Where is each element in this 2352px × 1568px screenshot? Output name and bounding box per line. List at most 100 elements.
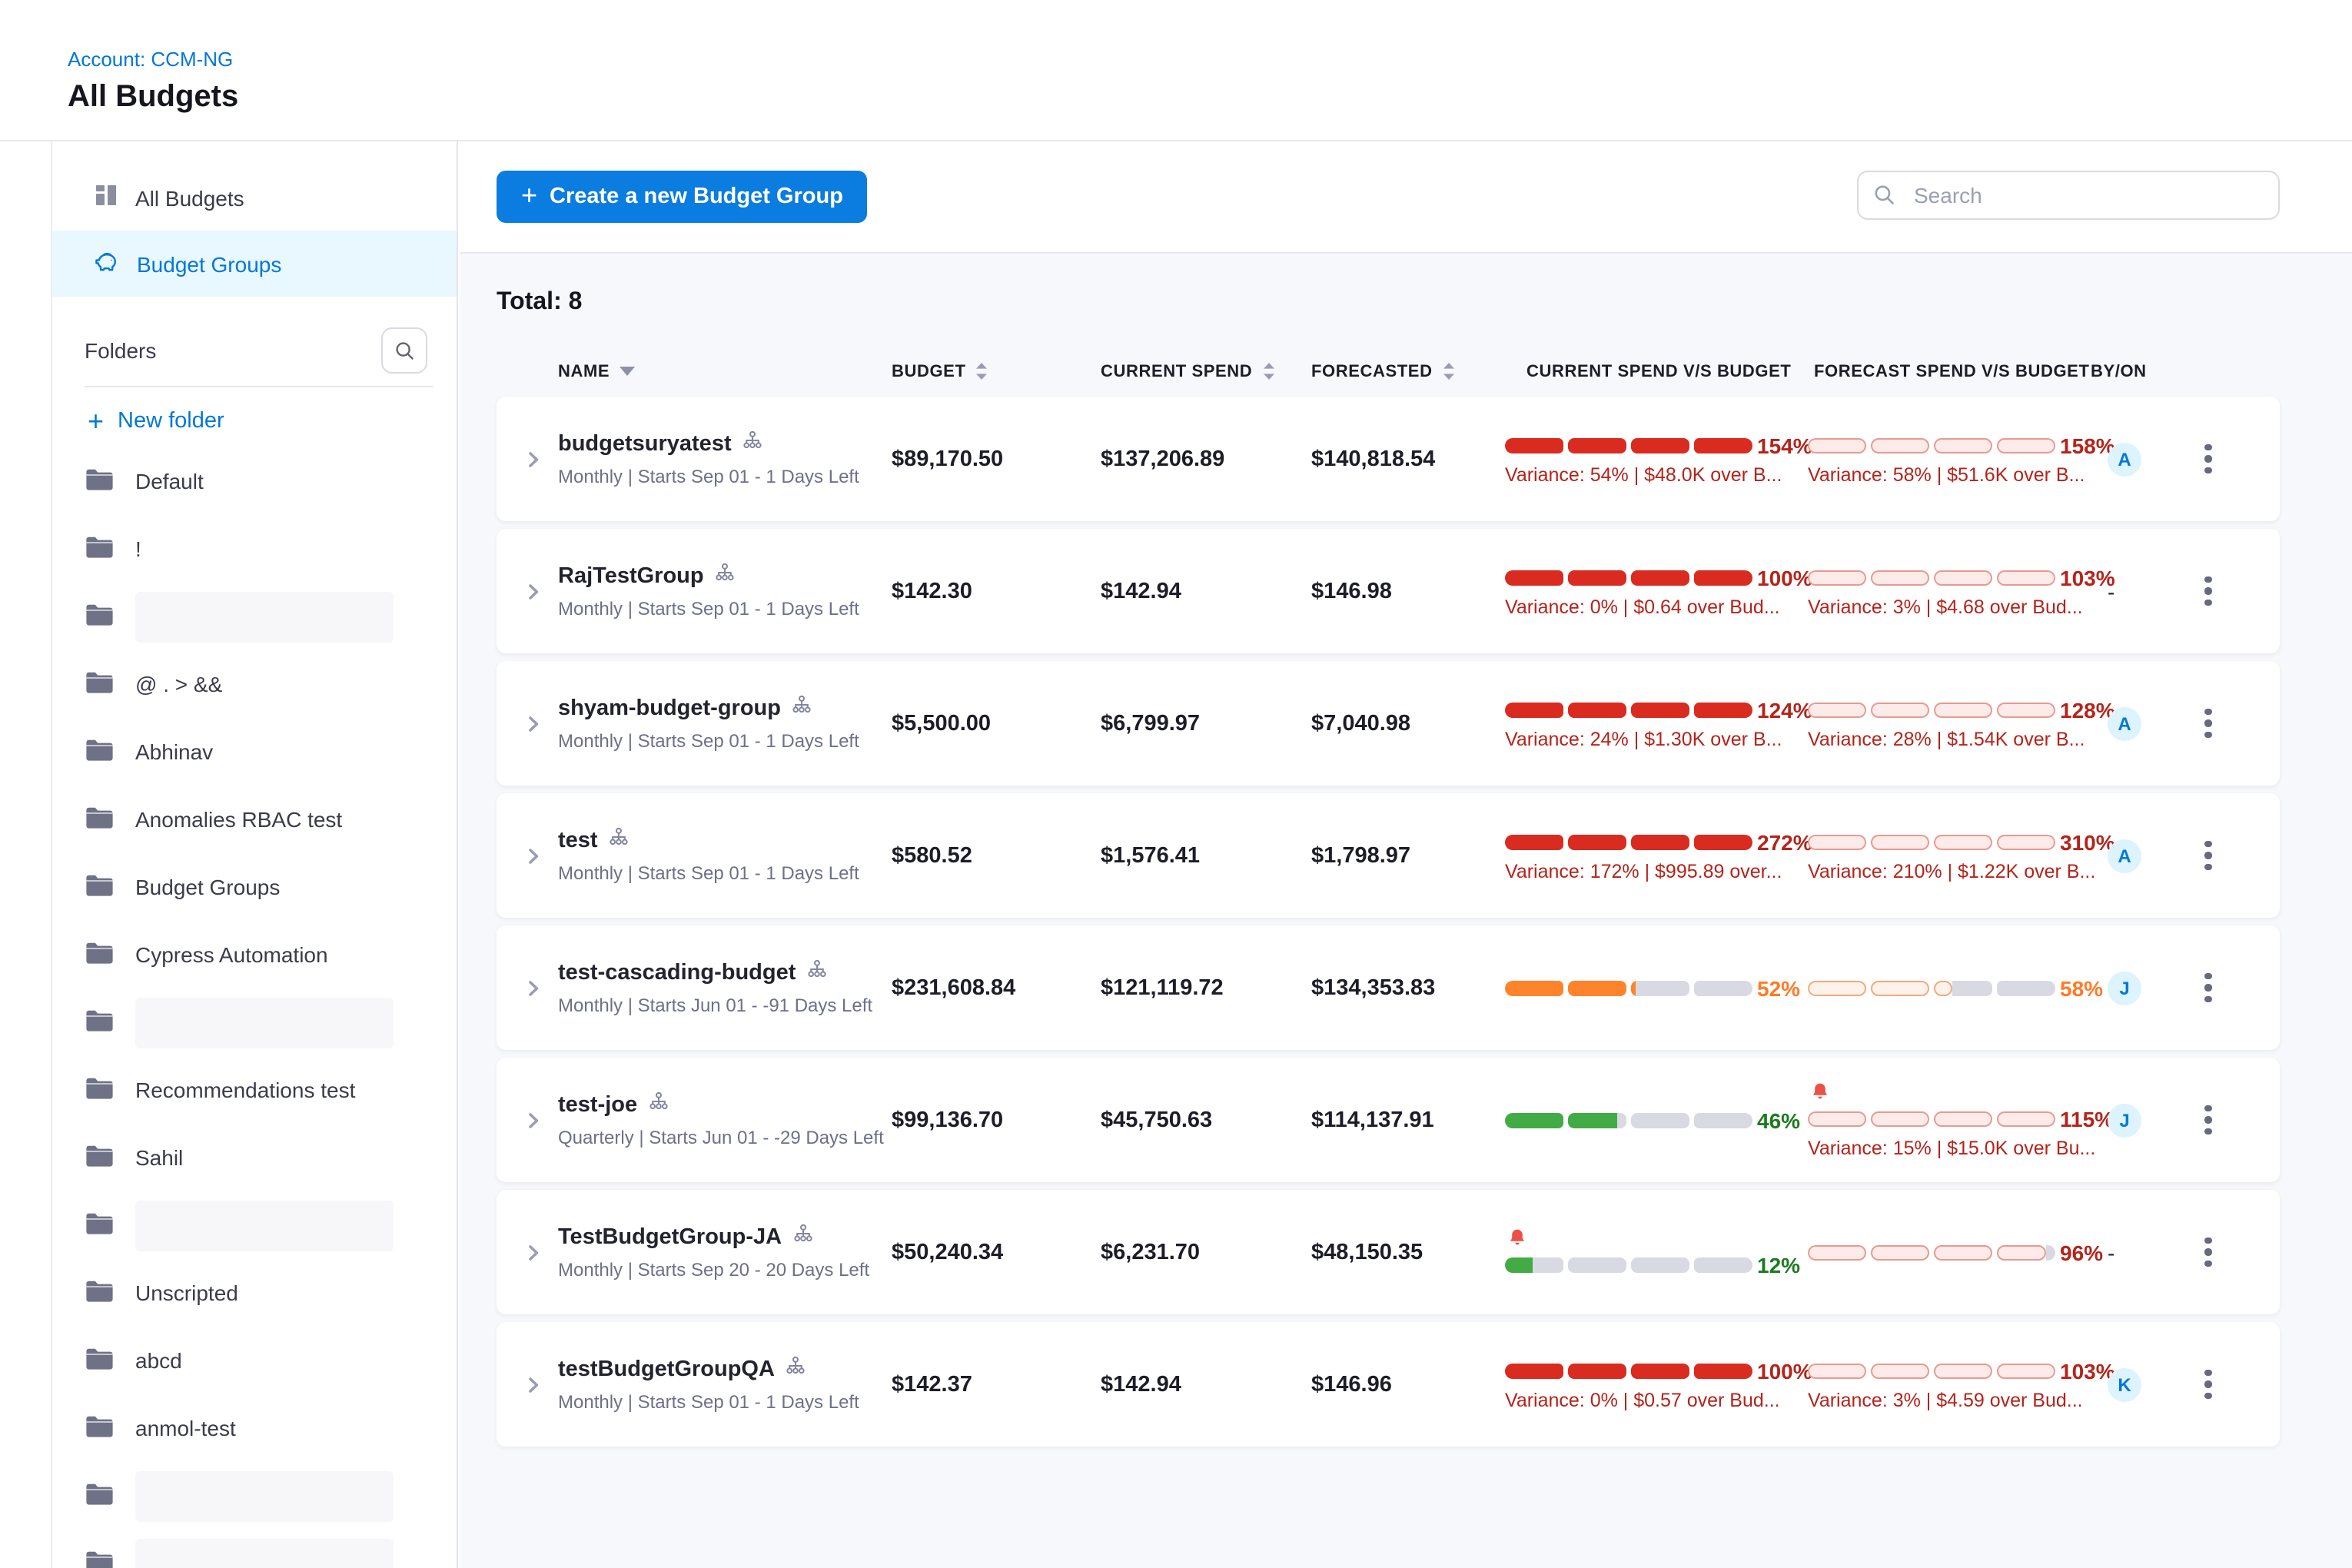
hierarchy-icon: [792, 1224, 812, 1250]
current-spend-progress-bar: [1505, 1112, 1752, 1128]
current-spend-percent: 52%: [1757, 975, 1800, 1000]
folder-item[interactable]: Recommendations test: [52, 1056, 457, 1124]
column-header-budget[interactable]: BUDGET: [892, 361, 1101, 381]
expand-chevron-icon[interactable]: [497, 579, 558, 603]
current-vs-budget-cell: 52%: [1505, 975, 1808, 1000]
create-budget-group-button[interactable]: + Create a new Budget Group: [497, 171, 868, 223]
forecast-variance-text: Variance: 15% | $15.0K over Bu...: [1808, 1137, 2095, 1158]
budget-group-name[interactable]: shyam-budget-group: [558, 696, 781, 720]
kebab-menu-icon[interactable]: [2198, 835, 2217, 877]
current-spend-amount: $142.94: [1101, 579, 1311, 603]
budget-group-row[interactable]: TestBudgetGroup-JAMonthly | Starts Sep 2…: [497, 1190, 2280, 1314]
sidebar-item-budget-groups[interactable]: Budget Groups: [52, 231, 457, 297]
avatar: A: [2108, 839, 2141, 872]
current-spend-progress-bar: [1505, 437, 1752, 453]
budget-group-row[interactable]: testBudgetGroupQAMonthly | Starts Sep 01…: [497, 1322, 2280, 1447]
kebab-menu-icon[interactable]: [2198, 1364, 2217, 1406]
folder-item[interactable]: anmol-test: [52, 1394, 457, 1462]
budget-group-name[interactable]: test-cascading-budget: [558, 960, 796, 985]
folder-item[interactable]: Budget Groups: [52, 853, 457, 921]
redacted-folder-label: [135, 1470, 394, 1521]
current-spend-percent: 154%: [1757, 433, 1812, 457]
folder-label: Cypress Automation: [135, 942, 328, 967]
current-spend-progress-bar: [1505, 1257, 1752, 1272]
folder-item[interactable]: [52, 1191, 457, 1259]
budget-amount: $142.30: [892, 579, 1101, 603]
kebab-menu-icon[interactable]: [2198, 1231, 2217, 1274]
folder-item[interactable]: [52, 988, 457, 1056]
budget-group-name[interactable]: budgetsuryatest: [558, 431, 732, 456]
expand-chevron-icon[interactable]: [497, 1240, 558, 1264]
kebab-menu-icon[interactable]: [2198, 438, 2217, 480]
forecast-variance-text: Variance: 210% | $1.22K over B...: [1808, 860, 2095, 882]
forecast-spend-progress-bar: [1808, 1363, 2055, 1378]
folder-search-button[interactable]: [381, 327, 427, 374]
folder-item[interactable]: Default: [52, 447, 457, 515]
folder-item[interactable]: [52, 1530, 457, 1568]
folder-item[interactable]: Abhinav: [52, 718, 457, 786]
search-input[interactable]: [1857, 171, 2280, 220]
hierarchy-icon: [715, 563, 735, 589]
toolbar: + Create a new Budget Group: [460, 141, 2352, 254]
by-on-cell: A: [2105, 839, 2186, 872]
column-header-forecasted[interactable]: FORECASTED: [1311, 361, 1505, 381]
folder-item[interactable]: !: [52, 515, 457, 583]
forecasted-amount: $134,353.83: [1311, 975, 1505, 1000]
new-folder-button[interactable]: + New folder: [52, 398, 457, 444]
column-header-current-spend[interactable]: CURRENT SPEND: [1101, 361, 1311, 381]
budget-group-row[interactable]: testMonthly | Starts Sep 01 - 1 Days Lef…: [497, 793, 2280, 918]
budget-group-name[interactable]: testBudgetGroupQA: [558, 1357, 775, 1381]
avatar: J: [2108, 1103, 2141, 1137]
kebab-menu-icon[interactable]: [2198, 570, 2217, 613]
row-menu-cell: [2186, 570, 2280, 613]
budget-group-row[interactable]: test-joeQuarterly | Starts Jun 01 - -29 …: [497, 1058, 2280, 1182]
forecast-vs-budget-cell: 115%Variance: 15% | $15.0K over Bu...: [1808, 1081, 2105, 1158]
column-header-current-vs-budget: CURRENT SPEND V/S BUDGET: [1505, 362, 1808, 380]
kebab-menu-icon[interactable]: [2198, 967, 2217, 1009]
kebab-menu-icon[interactable]: [2198, 703, 2217, 745]
forecast-vs-budget-cell: 103%Variance: 3% | $4.68 over Bud...: [1808, 565, 2105, 617]
name-cell: TestBudgetGroup-JAMonthly | Starts Sep 2…: [558, 1224, 892, 1281]
folder-icon: [85, 1278, 115, 1307]
budget-group-row[interactable]: test-cascading-budget Monthly | Starts Ju…: [497, 925, 2280, 1050]
sidebar-nav: All Budgets Budget Groups: [52, 164, 457, 297]
redacted-folder-label: [135, 591, 394, 642]
folder-item[interactable]: [52, 1462, 457, 1530]
budget-group-name[interactable]: test-joe: [558, 1092, 637, 1117]
expand-chevron-icon[interactable]: [497, 1108, 558, 1132]
forecasted-amount: $7,040.98: [1311, 711, 1505, 736]
budget-group-row[interactable]: budgetsuryatestMonthly | Starts Sep 01 -…: [497, 397, 2280, 521]
budget-group-name[interactable]: RajTestGroup: [558, 563, 704, 588]
expand-chevron-icon[interactable]: [497, 843, 558, 868]
name-cell: testBudgetGroupQAMonthly | Starts Sep 01…: [558, 1356, 892, 1413]
folder-item[interactable]: Unscripted: [52, 1259, 457, 1327]
budget-amount: $580.52: [892, 843, 1101, 868]
folder-icon: [85, 534, 115, 563]
budget-schedule: Monthly | Starts Jun 01 - -91 Days Left: [558, 995, 892, 1016]
budget-group-row[interactable]: shyam-budget-groupMonthly | Starts Sep 0…: [497, 661, 2280, 786]
folder-item[interactable]: [52, 583, 457, 650]
sidebar-item-all-budgets[interactable]: All Budgets: [52, 164, 457, 231]
folder-item[interactable]: Anomalies RBAC test: [52, 786, 457, 853]
row-menu-cell: [2186, 703, 2280, 745]
column-header-name[interactable]: NAME: [558, 362, 892, 380]
forecast-variance-text: Variance: 3% | $4.59 over Bud...: [1808, 1389, 2083, 1410]
folder-item[interactable]: Sahil: [52, 1124, 457, 1191]
kebab-menu-icon[interactable]: [2198, 1099, 2217, 1141]
expand-chevron-icon[interactable]: [497, 447, 558, 471]
expand-chevron-icon[interactable]: [497, 975, 558, 1000]
folder-item[interactable]: abcd: [52, 1327, 457, 1394]
hierarchy-icon: [792, 695, 812, 721]
folder-item[interactable]: Cypress Automation: [52, 921, 457, 988]
budget-group-row[interactable]: RajTestGroupMonthly | Starts Sep 01 - 1 …: [497, 529, 2280, 653]
budget-group-name[interactable]: TestBudgetGroup-JA: [558, 1224, 782, 1249]
expand-chevron-icon[interactable]: [497, 711, 558, 736]
current-variance-text: Variance: 0% | $0.57 over Bud...: [1505, 1389, 1780, 1410]
hierarchy-icon: [806, 959, 826, 985]
sort-icon: [1261, 361, 1275, 381]
folder-item[interactable]: @ . > &&: [52, 650, 457, 718]
avatar: K: [2108, 1367, 2141, 1401]
account-breadcrumb[interactable]: Account: CCM-NG: [68, 48, 233, 71]
budget-group-name[interactable]: test: [558, 828, 598, 852]
expand-chevron-icon[interactable]: [497, 1372, 558, 1397]
